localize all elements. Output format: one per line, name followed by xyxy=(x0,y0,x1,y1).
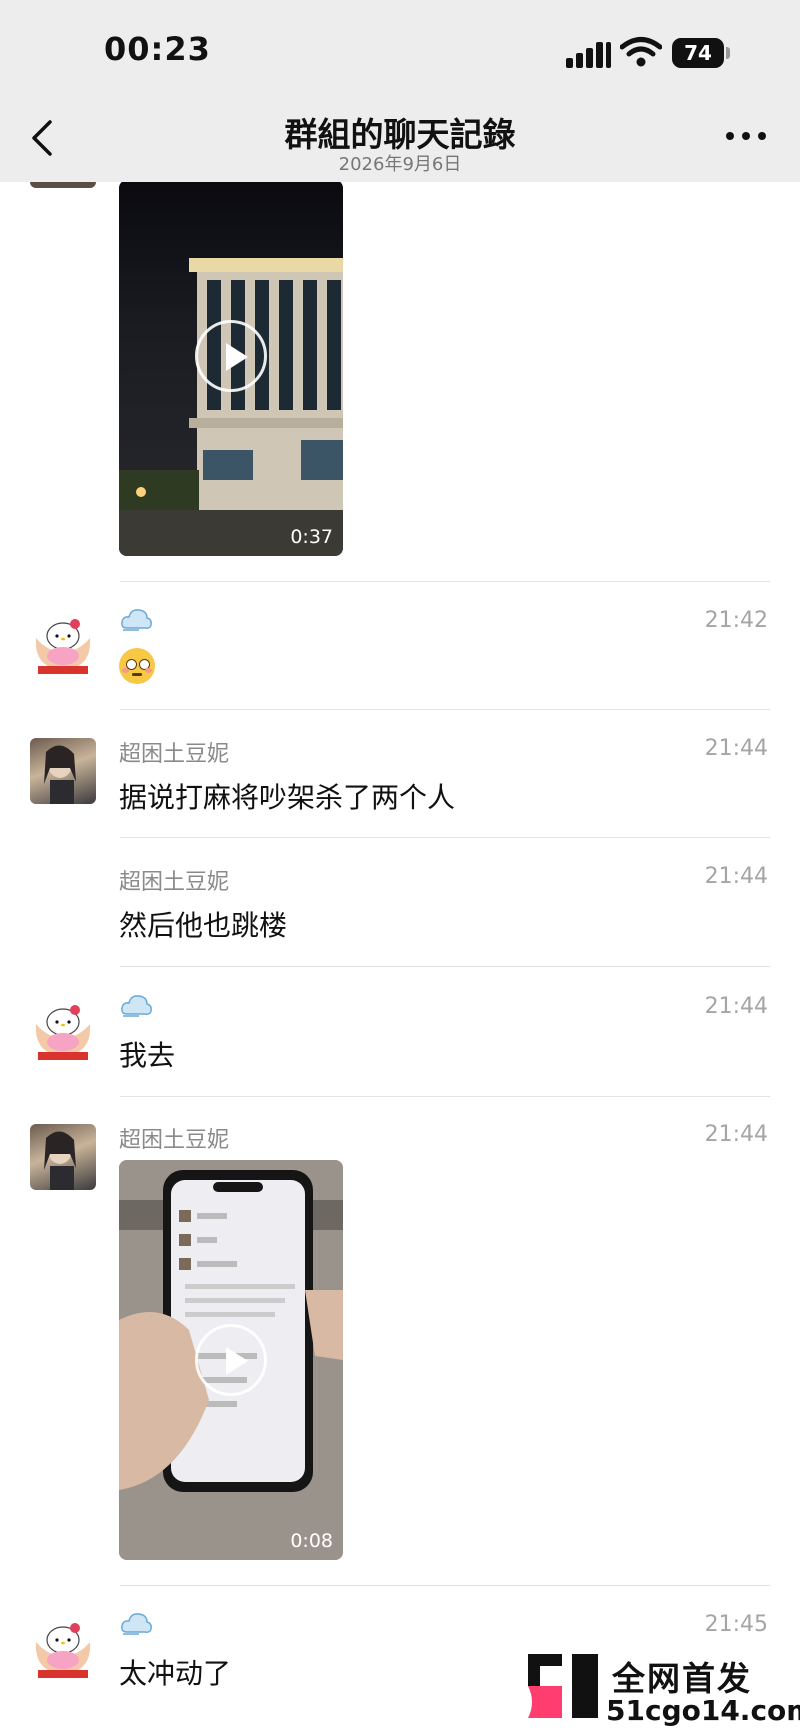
more-options-icon[interactable] xyxy=(724,126,768,146)
avatar[interactable] xyxy=(30,1124,96,1190)
message-time: 21:44 xyxy=(704,994,768,1019)
top-bar: 00:23 74 群組的聊天記錄 2026年9月6日 xyxy=(0,0,800,182)
signal-icon xyxy=(566,40,612,68)
divider xyxy=(120,581,770,582)
play-icon[interactable] xyxy=(195,320,267,392)
avatar[interactable] xyxy=(30,1612,96,1678)
watermark-line1: 全网首发 xyxy=(612,1659,752,1698)
play-icon[interactable] xyxy=(195,1324,267,1396)
cloud-icon xyxy=(121,609,152,631)
sender-name: 超困土豆妮 xyxy=(119,742,230,767)
message-time: 21:44 xyxy=(704,1122,768,1147)
cloud-icon xyxy=(121,1613,152,1635)
hello-kitty-avatar-icon xyxy=(35,1623,91,1678)
video-message[interactable]: 0:37 xyxy=(119,180,343,556)
video-duration: 0:37 xyxy=(290,526,333,548)
avatar[interactable] xyxy=(30,608,96,674)
hello-kitty-avatar-icon xyxy=(35,619,91,674)
divider xyxy=(120,1585,770,1586)
avatar[interactable] xyxy=(30,738,96,804)
divider xyxy=(120,966,770,967)
page-title: 群組的聊天記錄 xyxy=(284,115,516,154)
back-arrow-icon[interactable] xyxy=(24,116,64,160)
message-time: 21:45 xyxy=(704,1612,768,1637)
message-time: 21:44 xyxy=(704,864,768,889)
message-time: 21:42 xyxy=(704,608,768,633)
sender-name: 超困土豆妮 xyxy=(119,1128,230,1153)
battery-icon: 74 xyxy=(672,38,724,68)
status-time: 00:23 xyxy=(104,30,211,68)
divider xyxy=(120,1096,770,1097)
divider xyxy=(120,709,770,710)
avatar[interactable] xyxy=(30,994,96,1060)
flushed-face-emoji-icon xyxy=(119,648,155,684)
battery-tip xyxy=(726,47,730,59)
message-text: 据说打麻将吵架杀了两个人 xyxy=(119,781,456,814)
cloud-icon xyxy=(121,995,152,1017)
message-text: 太冲动了 xyxy=(119,1657,232,1690)
watermark-line2: 51cgo14.com xyxy=(606,1694,800,1727)
divider xyxy=(120,837,770,838)
page-subtitle: 2026年9月6日 xyxy=(338,154,462,175)
wifi-icon xyxy=(620,37,662,67)
user-photo-avatar-icon xyxy=(44,745,76,804)
video-duration: 0:08 xyxy=(290,1530,333,1552)
message-time: 21:44 xyxy=(704,736,768,761)
sender-name: 超困土豆妮 xyxy=(119,870,230,895)
video-message[interactable]: 0:08 xyxy=(119,1160,343,1560)
user-photo-avatar-icon xyxy=(44,1131,76,1190)
hello-kitty-avatar-icon xyxy=(35,1005,91,1060)
message-text: 我去 xyxy=(119,1039,176,1072)
watermark-logo-icon xyxy=(528,1654,598,1718)
message-text: 然后他也跳楼 xyxy=(119,909,288,942)
